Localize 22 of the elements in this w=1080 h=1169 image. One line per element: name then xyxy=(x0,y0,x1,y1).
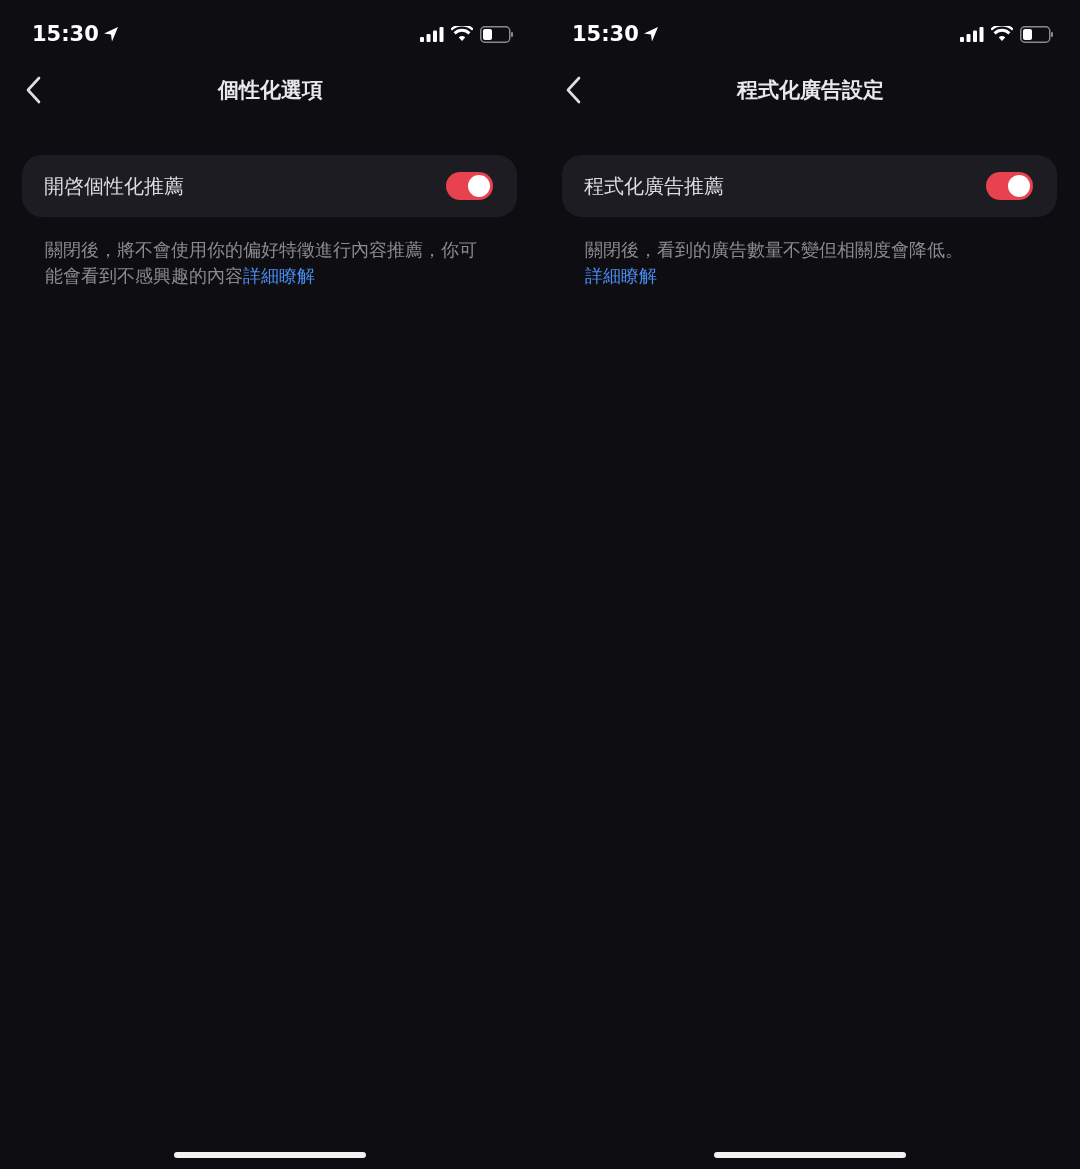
setting-label: 程式化廣告推薦 xyxy=(584,172,724,200)
wifi-icon xyxy=(451,26,473,42)
wifi-icon xyxy=(991,26,1013,42)
learn-more-link[interactable]: 詳細瞭解 xyxy=(585,265,657,286)
back-chevron-icon xyxy=(25,76,41,104)
toggle-switch[interactable] xyxy=(986,172,1033,200)
setting-description: 關閉後，看到的廣告數量不變但相關度會降低。 詳細瞭解 xyxy=(585,238,964,288)
page-title: 程式化廣告設定 xyxy=(736,77,884,104)
location-arrow-icon xyxy=(102,26,119,42)
signal-icon xyxy=(960,26,984,42)
setting-description: 關閉後，將不會使用你的偏好特徵進行內容推薦，你可能會看到不感興趣的內容詳細瞭解 xyxy=(45,238,478,288)
page-title: 個性化選項 xyxy=(217,77,323,104)
back-chevron-icon xyxy=(565,76,581,104)
status-time: 15:30 xyxy=(572,22,639,46)
battery-icon xyxy=(1020,25,1054,43)
location-arrow-icon xyxy=(642,26,659,42)
setting-label: 開啓個性化推薦 xyxy=(44,172,184,200)
learn-more-link[interactable]: 詳細瞭解 xyxy=(243,265,315,286)
status-time: 15:30 xyxy=(32,22,99,46)
toggle-switch[interactable] xyxy=(446,172,493,200)
battery-icon xyxy=(480,25,514,43)
signal-icon xyxy=(420,26,444,42)
